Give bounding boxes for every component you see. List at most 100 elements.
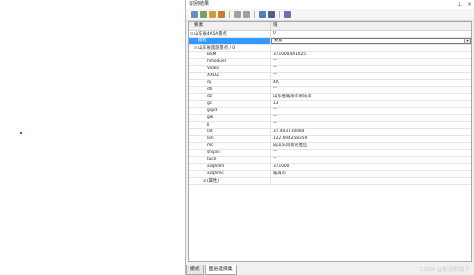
attribute-row[interactable]: ⊟山东省4A5A景点 0 [189,31,471,38]
attribute-value: "" [271,150,471,156]
attribute-value-text: "" [273,157,277,162]
attribute-value-text: 4A [273,80,279,85]
attribute-row[interactable]: shipin "" [189,150,471,157]
mode-select[interactable]: 要素 ▾ [271,38,471,44]
attribute-field-label: Video [207,66,220,71]
attribute-row[interactable]: ⊟山东省旅游景点 / 0 [189,45,471,52]
attribute-field-label: (属性) [207,179,219,184]
watermark: CSDN @影羽的兔子 [419,267,470,273]
toolbar-separator [279,11,280,18]
prev-icon[interactable] [234,11,241,18]
attribute-field-label: hmoduel [207,59,226,64]
attribute-field: dz [189,94,271,100]
pin-icon[interactable]: ⊥ [457,1,462,8]
attribute-field: ⊞(属性) [189,178,271,184]
attribute-field: ⊟山东省4A5A景点 [189,31,271,37]
identify-toolbar [186,9,474,21]
attribute-value [271,178,471,184]
attribute-field: dj [189,80,271,86]
attribute-value-text: "" [273,66,277,71]
attribute-row[interactable]: xzqhmc 威海市 [189,171,471,178]
attribute-value: "" [271,115,471,121]
attribute-value-text: "" [273,59,277,64]
attribute-field-label: dz [207,94,212,99]
attribute-field-label: gw [207,115,214,120]
attribute-field: gsjld [189,108,271,114]
attribute-value-text: 122.694258359 [273,136,308,141]
toolbar-separator [229,11,230,18]
flash-icon[interactable] [218,11,225,18]
attribute-value: 37.403710084 [271,129,471,135]
attribute-row[interactable]: mc 成山头风景名胜区 [189,143,471,150]
attribute-field: hmoduel [189,59,271,65]
attribute-row[interactable]: gc 13 [189,101,471,108]
attribute-field: dh [189,87,271,93]
attribute-value: "" [271,59,471,65]
attribute-row[interactable]: lon 122.694258359 [189,136,471,143]
chevron-down-icon[interactable]: ▾ [464,39,470,43]
panel-tab[interactable]: 模式 [186,265,204,275]
attribute-value-text: 37.403710084 [273,129,305,134]
attribute-value: 122.694258359 [271,136,471,142]
attribute-row[interactable]: dj 4A [189,80,471,87]
collapse-all-icon[interactable] [200,11,207,18]
attribute-field-label: BSM [207,52,217,57]
attribute-value-text: 3710004A1025 [273,52,307,57]
attribute-value-text: 13 [273,101,279,106]
attribute-row[interactable]: gw "" [189,115,471,122]
column-header-value[interactable]: 值 [271,22,278,30]
attribute-field: BSM [189,52,271,58]
attribute-row[interactable]: BSM 3710004A1025 [189,52,471,59]
attribute-value-text: "" [273,122,277,127]
attribute-row[interactable]: dz 山东省威海市荣成市 [189,94,471,101]
attribute-row[interactable]: jj "" [189,122,471,129]
attribute-value-text: 威海市 [273,171,286,176]
close-icon[interactable]: × [467,1,472,8]
attribute-value: 威海市 [271,171,471,177]
identify-icon[interactable] [268,11,275,18]
panel-titlebar: 识别结果 ⊥ × [186,0,474,9]
expand-all-icon[interactable] [191,11,198,18]
attribute-row[interactable]: 模式 要素 ▾ [189,38,471,45]
attribute-row[interactable]: Video "" [189,66,471,73]
attribute-field: lon [189,136,271,142]
attribute-value [271,45,471,51]
attribute-field-label: lon [207,136,214,141]
attribute-field: 模式 [189,38,271,44]
attribute-field: mc [189,143,271,149]
attribute-field: tuce [189,157,271,163]
attribute-field-label: shipin [207,150,220,155]
copy-icon[interactable] [284,11,291,18]
attribute-row[interactable]: ⊞(属性) [189,178,471,185]
attribute-value-text: 山东省威海市荣成市 [273,94,312,99]
panel-tab[interactable]: 图层选择集 [204,265,237,275]
attribute-row[interactable]: XXDZ "" [189,73,471,80]
attribute-field-label: 模式 [198,38,207,43]
column-header-field[interactable]: 要素 [189,22,271,30]
attribute-value: 山东省威海市荣成市 [271,94,471,100]
map-canvas[interactable] [0,0,185,275]
attribute-field-label: tuce [207,157,217,162]
attribute-field-label: xzqhmc [207,171,224,176]
next-icon[interactable] [243,11,250,18]
attribute-value-text: "" [273,150,277,155]
attribute-row[interactable]: gsjld "" [189,108,471,115]
zoom-to-icon[interactable] [259,11,266,18]
attribute-row[interactable]: hmoduel "" [189,59,471,66]
attribute-field: ⊟山东省旅游景点 / 0 [189,45,271,51]
attribute-field-label: xzqhdm [207,164,225,169]
attribute-row[interactable]: tuce "" [189,157,471,164]
attribute-row[interactable]: dh "" [189,87,471,94]
attribute-field: XXDZ [189,73,271,79]
attribute-field-label: dj [207,80,211,85]
select-icon[interactable] [209,11,216,18]
attribute-field: shipin [189,150,271,156]
attribute-field-label: XXDZ [207,73,220,78]
grid-header: 要素 值 [189,22,471,31]
attribute-row[interactable]: lat 37.403710084 [189,129,471,136]
attribute-row[interactable]: xzqhdm 371000 [189,164,471,171]
identify-panel: 识别结果 ⊥ × 要素 值 ⊟山东省4A5A景点 0 模式 要素 ▾ ⊟山东省旅游景点 /… [185,0,474,275]
attribute-value: "" [271,66,471,72]
attribute-value: "" [271,87,471,93]
attribute-value: "" [271,157,471,163]
